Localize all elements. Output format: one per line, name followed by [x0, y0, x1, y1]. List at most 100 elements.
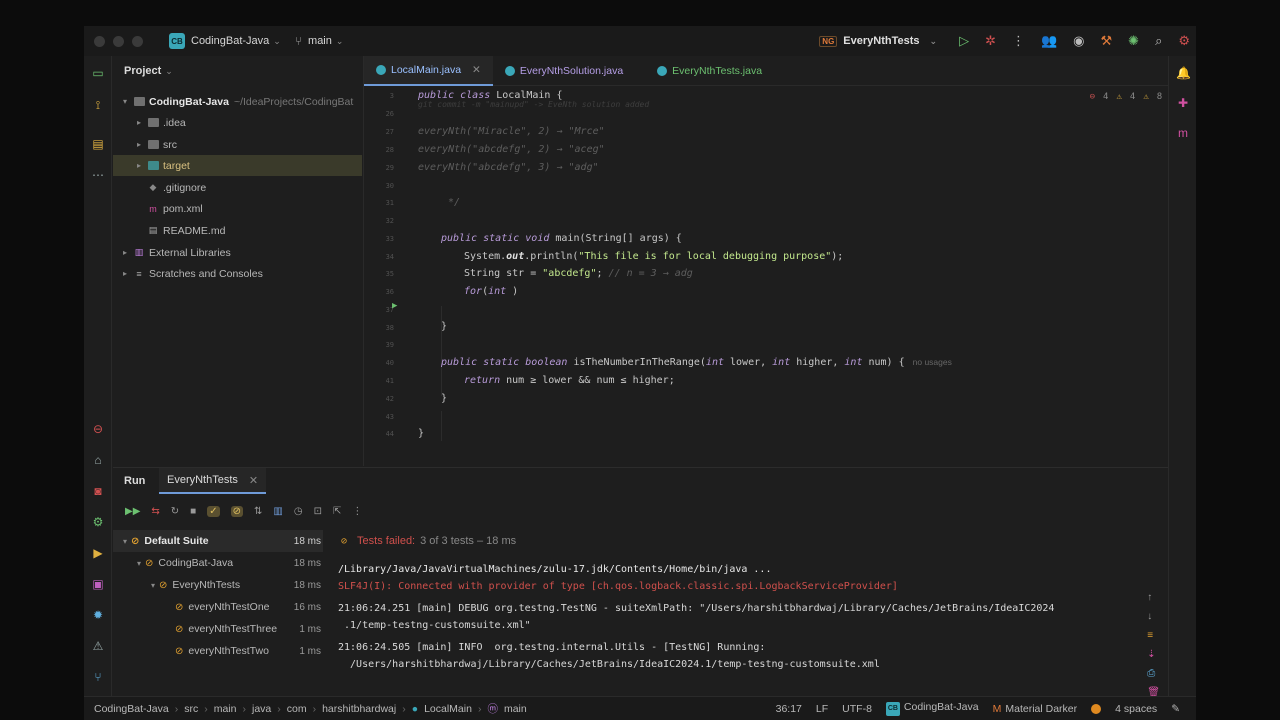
sort-icon[interactable]: ⇅: [254, 506, 262, 517]
breadcrumb-item[interactable]: main: [504, 703, 527, 715]
close-icon[interactable]: ✕: [472, 64, 481, 76]
run-icon[interactable]: ▷: [959, 33, 969, 49]
problems-icon[interactable]: ⚠: [91, 639, 105, 653]
breadcrumb-item[interactable]: LocalMain: [424, 703, 472, 715]
tree-item-target[interactable]: ▸ target: [113, 155, 362, 176]
soft-wrap-icon[interactable]: ≡: [1147, 630, 1160, 641]
bookmark-icon[interactable]: ⌂: [91, 453, 105, 467]
history-icon[interactable]: ◷: [294, 506, 303, 517]
file-encoding[interactable]: UTF-8: [842, 703, 872, 715]
debugger-icon[interactable]: ✹: [91, 608, 105, 622]
tree-item-external-libraries[interactable]: ▸ ▥ External Libraries: [119, 242, 231, 263]
arrow-down-icon[interactable]: ↓: [1147, 611, 1160, 622]
chevron-down-icon[interactable]: ⌄: [336, 36, 344, 47]
tree-item-src[interactable]: ▸ src: [133, 134, 177, 155]
print-icon[interactable]: ⎙: [1147, 668, 1160, 679]
sort-duration-icon[interactable]: ▥: [273, 506, 282, 517]
more-vertical-icon[interactable]: ⋮: [352, 506, 362, 517]
project-switcher[interactable]: CodingBat-Java: [191, 35, 269, 47]
caret-position[interactable]: 36:17: [776, 703, 802, 715]
tree-item-pom[interactable]: m pom.xml: [145, 198, 202, 219]
console-output[interactable]: ⊘ Tests failed: 3 of 3 tests – 18 ms /Li…: [335, 530, 1145, 695]
project-tool-icon[interactable]: ▭: [91, 66, 105, 80]
tree-item-idea[interactable]: ▸ .idea: [133, 112, 186, 133]
export-icon[interactable]: ⇱: [333, 506, 341, 517]
chevron-right-icon[interactable]: ▸: [133, 140, 145, 149]
tree-item-readme[interactable]: ▤ README.md: [145, 220, 226, 241]
terminal-icon[interactable]: ▣: [91, 577, 105, 591]
scroll-to-end-icon[interactable]: ⇣: [1147, 649, 1160, 660]
maven-icon[interactable]: m: [1176, 126, 1190, 140]
breadcrumb-item[interactable]: java: [252, 703, 271, 715]
chevron-right-icon[interactable]: ▸: [119, 248, 131, 257]
breadcrumb-item[interactable]: src: [184, 703, 198, 715]
chevron-down-icon[interactable]: ▾: [119, 537, 131, 546]
rerun-icon[interactable]: ▶▶: [125, 506, 140, 517]
run-configuration-selector[interactable]: NG EveryNthTests ⌄: [819, 35, 937, 47]
test-case[interactable]: ⊘ everyNthTestOne 16 ms: [113, 596, 323, 618]
breadcrumb-item[interactable]: CodingBat-Java: [94, 703, 169, 715]
ai-assistant-icon[interactable]: ✚: [1176, 96, 1190, 110]
project-panel-header[interactable]: Project ⌄: [113, 56, 362, 86]
commit-icon[interactable]: ⟟: [91, 98, 105, 112]
arrow-up-icon[interactable]: ↑: [1147, 592, 1160, 603]
test-class[interactable]: ▾ ⊘ EveryNthTests 18 ms: [113, 574, 323, 596]
window-controls[interactable]: [94, 35, 143, 47]
test-failed-icon: ⊘: [175, 623, 184, 635]
show-passed-toggle[interactable]: ✓: [207, 505, 220, 517]
theme-switcher[interactable]: M Material Darker: [993, 703, 1078, 715]
code-area[interactable]: ⊖ 4 ⚠ 4 ⚠ 8 ↑ ↓ 3 26 27 28 29 30 31 32 3…: [364, 86, 1196, 484]
test-case[interactable]: ⊘ everyNthTestThree 1 ms: [113, 618, 323, 640]
run-main-gutter-icon[interactable]: ▶: [392, 301, 397, 311]
chevron-down-icon[interactable]: ⌄: [273, 36, 281, 47]
breadcrumb-item[interactable]: com: [287, 703, 307, 715]
camera-icon[interactable]: ⊡: [314, 506, 322, 517]
close-icon[interactable]: ✕: [249, 474, 258, 487]
tree-item-scratches[interactable]: ▸ ≡ Scratches and Consoles: [119, 263, 263, 284]
stop-icon[interactable]: ■: [190, 506, 196, 517]
show-ignored-toggle[interactable]: ⊘: [230, 505, 243, 517]
debug-icon[interactable]: ✲: [985, 33, 996, 49]
git-icon[interactable]: ⑂: [91, 670, 105, 684]
breadcrumb-item[interactable]: harshitbhardwaj: [322, 703, 396, 715]
users-icon[interactable]: 👥: [1041, 33, 1057, 49]
run-tool-icon[interactable]: ▶: [91, 546, 105, 560]
breadcrumb-item[interactable]: main: [214, 703, 237, 715]
build-tools-icon[interactable]: ⚒: [1101, 33, 1113, 49]
git-branch-icon[interactable]: ⑂: [295, 34, 302, 48]
database-icon[interactable]: ◙: [91, 484, 105, 498]
chevron-down-icon[interactable]: ▾: [147, 581, 159, 590]
chevron-right-icon[interactable]: ▸: [119, 269, 131, 278]
record-icon[interactable]: ◉: [1073, 33, 1084, 49]
chevron-right-icon[interactable]: ▸: [133, 118, 145, 127]
plugin-icon[interactable]: ✺: [1128, 33, 1139, 49]
tab-everynthsolution[interactable]: EveryNthSolution.java: [493, 56, 635, 86]
tab-run-everynthtests[interactable]: EveryNthTests ✕: [159, 468, 267, 494]
no-entry-icon[interactable]: ⊖: [91, 422, 105, 436]
chevron-down-icon[interactable]: ▾: [119, 97, 131, 106]
more-horizontal-icon[interactable]: ⋯: [91, 168, 105, 182]
project-indicator[interactable]: CB CodingBat-Java: [885, 701, 979, 716]
line-separator[interactable]: LF: [816, 703, 828, 715]
structure-icon[interactable]: ▤: [91, 137, 105, 151]
restart-icon[interactable]: ↻: [171, 506, 179, 517]
tab-everynthtests[interactable]: EveryNthTests.java: [645, 56, 774, 86]
test-case[interactable]: ⊘ everyNthTestTwo 1 ms: [113, 640, 323, 662]
lock-icon[interactable]: ✎: [1171, 703, 1180, 715]
chevron-right-icon[interactable]: ▸: [133, 161, 145, 170]
branch-switcher[interactable]: main: [308, 35, 332, 47]
notifications-icon[interactable]: 🔔: [1176, 66, 1191, 80]
settings-icon[interactable]: ⚙: [1178, 33, 1190, 49]
search-icon[interactable]: ⌕: [1155, 33, 1162, 49]
test-suite-default[interactable]: ▾ ⊘ Default Suite 18 ms: [113, 530, 323, 552]
more-vertical-icon[interactable]: ⋮: [1012, 33, 1025, 49]
tab-localmain[interactable]: LocalMain.java ✕: [364, 55, 493, 86]
rerun-failed-icon[interactable]: ⇆: [151, 506, 159, 517]
tree-item-gitignore[interactable]: ◆ .gitignore: [145, 177, 207, 198]
indent-setting[interactable]: 4 spaces: [1115, 703, 1157, 715]
tree-item-root[interactable]: ▾ CodingBat-Java ~/IdeaProjects/CodingBa…: [119, 91, 353, 112]
services-icon[interactable]: ⚙: [91, 515, 105, 529]
test-module[interactable]: ▾ ⊘ CodingBat-Java 18 ms: [113, 552, 323, 574]
chevron-down-icon[interactable]: ▾: [133, 559, 145, 568]
status-indicator-icon[interactable]: [1091, 703, 1102, 714]
